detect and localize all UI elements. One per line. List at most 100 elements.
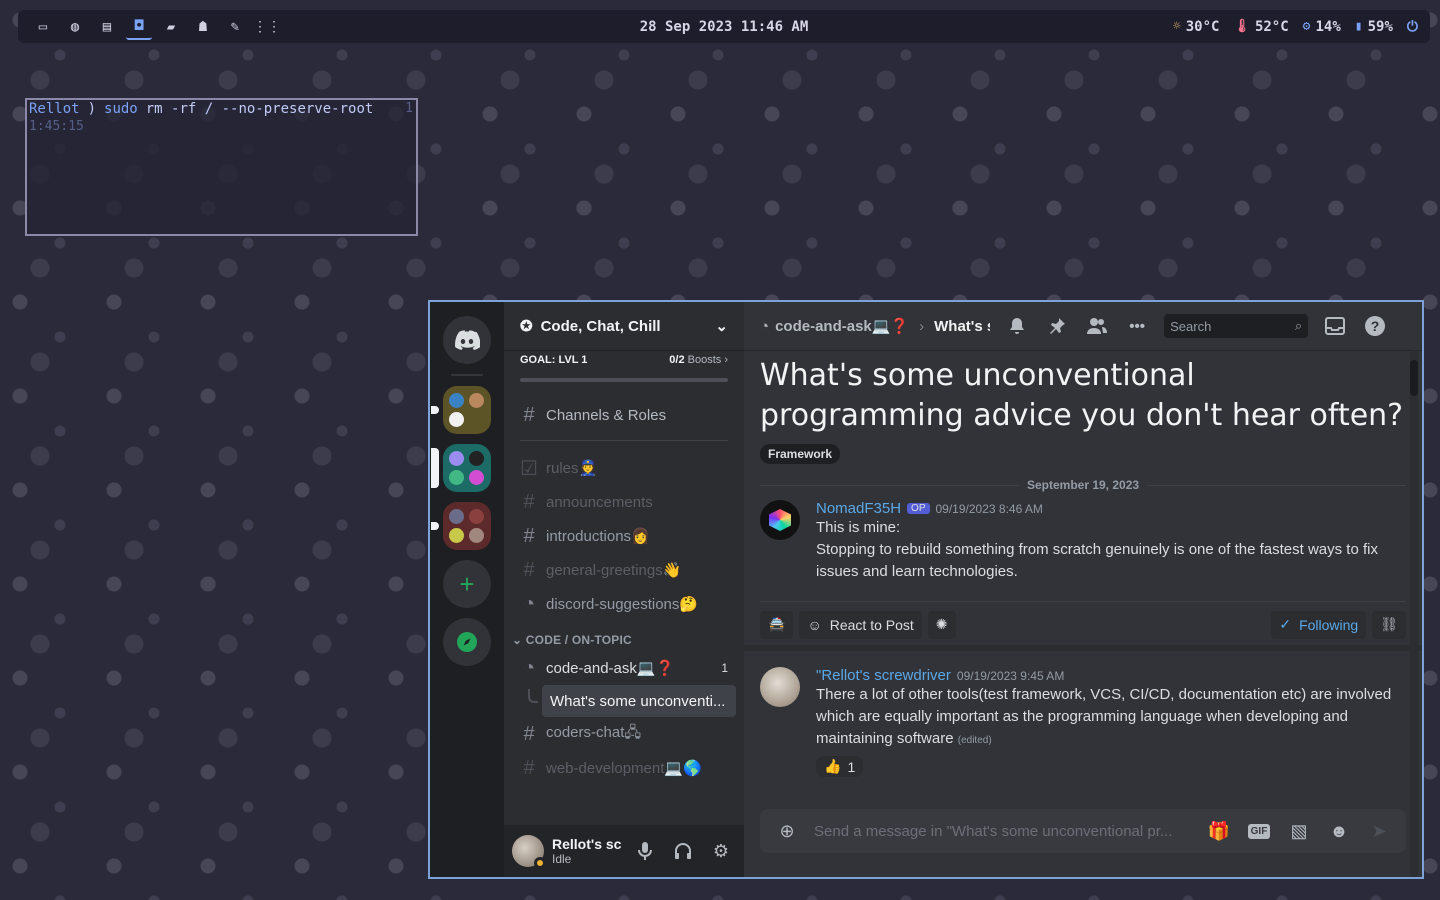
microphone-icon[interactable] bbox=[630, 836, 660, 866]
terminal-window[interactable]: Rellot ) sudo rm -rf / --no-preserve-roo… bbox=[25, 98, 418, 236]
compass-icon bbox=[457, 632, 477, 652]
grid-icon[interactable]: ⋮⋮ bbox=[253, 14, 281, 40]
following-button[interactable]: ✓ Following bbox=[1271, 610, 1367, 639]
message[interactable]: NomadF35H OP 09/19/2023 8:46 AM This is … bbox=[744, 492, 1422, 591]
idle-status-dot bbox=[534, 857, 546, 869]
gif-icon[interactable]: GIF bbox=[1246, 818, 1272, 844]
avatar[interactable] bbox=[760, 667, 800, 707]
channel-discord-suggestions[interactable]: ◔ discord-suggestions🤔 bbox=[512, 587, 736, 621]
breadcrumb-channel[interactable]: ◔ code-and-ask💻❓ bbox=[760, 317, 909, 336]
post-tag[interactable]: Framework bbox=[760, 444, 841, 464]
server-avatar bbox=[449, 470, 464, 486]
channel-rules[interactable]: ☑ rules👮 bbox=[512, 451, 736, 485]
scrollbar-thumb[interactable] bbox=[1410, 360, 1418, 396]
help-icon[interactable]: ? bbox=[1362, 313, 1388, 339]
temperature-value: 52°C bbox=[1254, 18, 1289, 35]
brush-icon[interactable]: ✎ bbox=[222, 14, 248, 40]
emoji-picker-button[interactable]: ✺ bbox=[927, 610, 956, 639]
workspace-switcher: ▭ ◍ ▤ ◘ ▰ ☗ ✎ ⋮⋮ bbox=[30, 14, 281, 40]
send-icon[interactable]: ➤ bbox=[1366, 818, 1392, 844]
cpu-status: ⚙ 14% bbox=[1303, 19, 1341, 35]
react-to-post-button[interactable]: ☺ React to Post bbox=[799, 610, 922, 639]
avatar[interactable] bbox=[512, 835, 546, 869]
server-avatar bbox=[468, 392, 484, 408]
discord-icon[interactable]: ◘ bbox=[126, 14, 152, 40]
boost-count-value: 0/2 bbox=[669, 354, 685, 366]
channel-announcements[interactable]: # announcements bbox=[512, 485, 736, 519]
message-author[interactable]: "Rellot's screwdriver bbox=[816, 667, 951, 684]
category-name: CODE / ON-TOPIC bbox=[525, 633, 632, 647]
sun-icon: ☼ bbox=[1172, 19, 1181, 34]
boost-goal[interactable]: GOAL: LVL 1 0/2 Boosts › bbox=[504, 350, 744, 366]
message-text: This is mine: bbox=[816, 519, 901, 536]
boost-goal-label: GOAL: LVL 1 bbox=[520, 354, 588, 366]
avatar[interactable] bbox=[760, 500, 800, 540]
add-server-button[interactable]: + bbox=[443, 560, 491, 608]
more-options-icon[interactable]: ••• bbox=[1124, 313, 1150, 339]
add-attachment-icon[interactable]: ⊕ bbox=[774, 818, 800, 844]
channel-code-and-ask[interactable]: ◔ code-and-ask💻❓ 1 bbox=[512, 651, 736, 685]
channels-and-roles[interactable]: # Channels & Roles bbox=[512, 398, 736, 432]
prompt-arrow: ) bbox=[87, 101, 97, 117]
emoji-picker-icon: ✺ bbox=[935, 616, 948, 632]
clock: 28 Sep 2023 11:46 AM bbox=[639, 18, 809, 35]
cpu-icon: ⚙ bbox=[1302, 19, 1311, 34]
search-input[interactable]: Search ⌕ bbox=[1164, 314, 1309, 338]
emoji-icon[interactable]: ☻ bbox=[1326, 818, 1352, 844]
ghost-icon[interactable]: ☗ bbox=[190, 14, 216, 40]
thread-name: What's some unconventi... bbox=[550, 692, 726, 710]
document-icon[interactable]: ▤ bbox=[94, 14, 120, 40]
inbox-icon[interactable] bbox=[1322, 313, 1348, 339]
explore-servers-button[interactable] bbox=[443, 618, 491, 666]
discord-home-button[interactable] bbox=[443, 316, 491, 364]
server-folder[interactable] bbox=[431, 502, 491, 550]
server-avatar bbox=[468, 528, 484, 544]
server-folder[interactable] bbox=[431, 386, 491, 434]
message-composer[interactable]: ⊕ Send a message in "What's some unconve… bbox=[760, 809, 1406, 853]
headphones-icon[interactable] bbox=[668, 836, 698, 866]
firefox-icon[interactable]: ◍ bbox=[62, 14, 88, 40]
message-input[interactable]: Send a message in "What's some unconvent… bbox=[814, 823, 1192, 840]
terminal-icon[interactable]: ▭ bbox=[30, 14, 56, 40]
channel-web-development[interactable]: # web-development💻🌎 bbox=[512, 751, 736, 785]
gear-icon[interactable]: ⚙ bbox=[706, 836, 736, 866]
message[interactable]: "Rellot's screwdriver 09/19/2023 9:45 AM… bbox=[744, 659, 1422, 785]
server-folder[interactable] bbox=[431, 444, 491, 492]
server-avatar bbox=[449, 508, 464, 524]
sticker-icon[interactable]: ▧ bbox=[1286, 818, 1312, 844]
weather-status: ☼ 30°C bbox=[1173, 19, 1220, 35]
forum-icon: ◔ bbox=[522, 592, 536, 615]
thread-branch-line bbox=[528, 689, 538, 703]
message-text: Stopping to rebuild something from scrat… bbox=[816, 541, 1378, 580]
channel-name: code-and-ask💻❓ bbox=[546, 660, 675, 677]
channel-coders-chat[interactable]: # coders-chat🖧 bbox=[512, 717, 736, 751]
folder-icon[interactable]: ▰ bbox=[158, 14, 184, 40]
unread-pill bbox=[431, 522, 439, 530]
channel-introductions[interactable]: # introductions👩 bbox=[512, 519, 736, 553]
prompt-user: Rellot bbox=[29, 101, 80, 117]
message-header: "Rellot's screwdriver 09/19/2023 9:45 AM bbox=[816, 667, 1406, 684]
reaction-button[interactable]: 🚔 bbox=[760, 610, 794, 639]
channel-general-greetings[interactable]: # general-greetings👋 bbox=[512, 553, 736, 587]
bell-icon[interactable] bbox=[1004, 313, 1030, 339]
scrollbar-track[interactable] bbox=[1410, 350, 1418, 877]
boost-count: 0/2 Boosts › bbox=[669, 354, 728, 366]
thread-active[interactable]: What's some unconventi... bbox=[542, 685, 736, 717]
pin-icon[interactable] bbox=[1044, 313, 1070, 339]
gift-icon[interactable]: 🎁 bbox=[1206, 818, 1232, 844]
reaction-pill[interactable]: 👍 1 bbox=[816, 756, 864, 777]
members-icon[interactable] bbox=[1084, 313, 1110, 339]
server-avatar bbox=[449, 412, 464, 428]
server-header[interactable]: ✪ Code, Chat, Chill ⌄ bbox=[504, 302, 744, 350]
message-author[interactable]: NomadF35H bbox=[816, 500, 901, 517]
terminal-prompt: Rellot ) sudo rm -rf / --no-preserve-roo… bbox=[29, 101, 414, 117]
power-icon[interactable]: ⏻ bbox=[1407, 19, 1418, 35]
message-body: "Rellot's screwdriver 09/19/2023 9:45 AM… bbox=[816, 667, 1406, 777]
category-code-on-topic[interactable]: ⌄ CODE / ON-TOPIC bbox=[512, 633, 736, 647]
channel-name: coders-chat🖧 bbox=[546, 723, 642, 741]
thread-content[interactable]: What's some unconventional programming a… bbox=[744, 350, 1422, 877]
user-info[interactable]: Rellot's sc... Idle bbox=[552, 836, 622, 866]
channel-divider bbox=[520, 440, 728, 441]
copy-link-button[interactable]: ⛓ bbox=[1372, 610, 1406, 639]
date-separator: September 19, 2023 bbox=[760, 478, 1407, 492]
